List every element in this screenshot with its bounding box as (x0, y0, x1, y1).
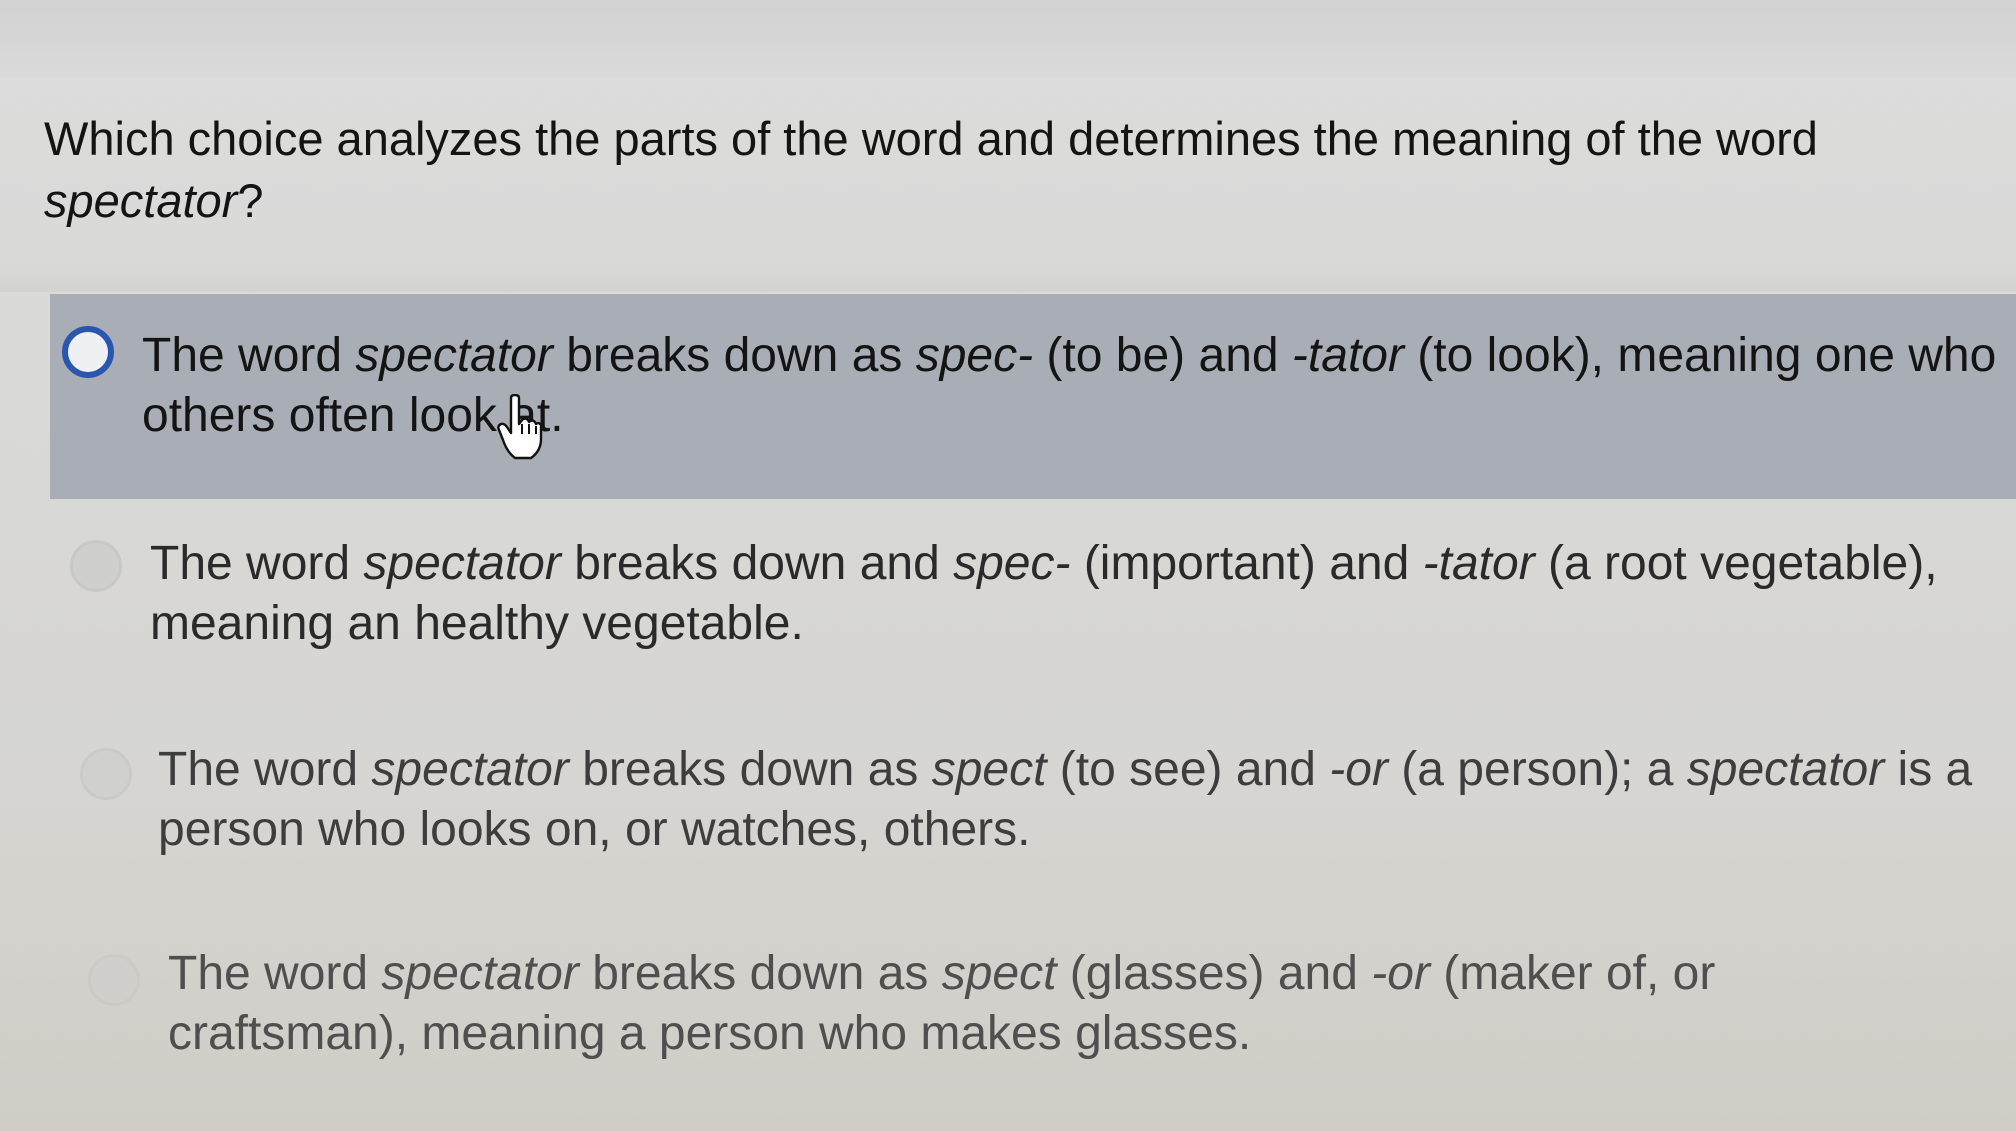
top-band (0, 0, 2016, 78)
divider (0, 262, 2016, 292)
choice-label: The word spectator breaks down as spect … (158, 743, 1973, 856)
choice-label: The word spectator breaks down as spec- … (142, 329, 1997, 442)
radio-button[interactable] (80, 748, 132, 800)
choice-label: The word spectator breaks down as spect … (168, 947, 1716, 1060)
radio-button-selected[interactable] (62, 326, 114, 378)
answer-choice-4[interactable]: The word spectator breaks down as spect … (0, 904, 2016, 1109)
question-text: Which choice analyzes the parts of the w… (44, 112, 1818, 227)
answer-choice-2[interactable]: The word spectator breaks down and spec-… (0, 504, 2016, 709)
answer-choice-3[interactable]: The word spectator breaks down as spect … (0, 704, 2016, 909)
hand-pointer-icon (497, 394, 543, 460)
question-word: spectator (44, 174, 238, 227)
radio-button[interactable] (70, 540, 122, 592)
answer-choice-1[interactable]: The word spectator breaks down as spec- … (50, 294, 2016, 499)
radio-button[interactable] (88, 954, 140, 1006)
choice-label: The word spectator breaks down and spec-… (150, 537, 1938, 650)
